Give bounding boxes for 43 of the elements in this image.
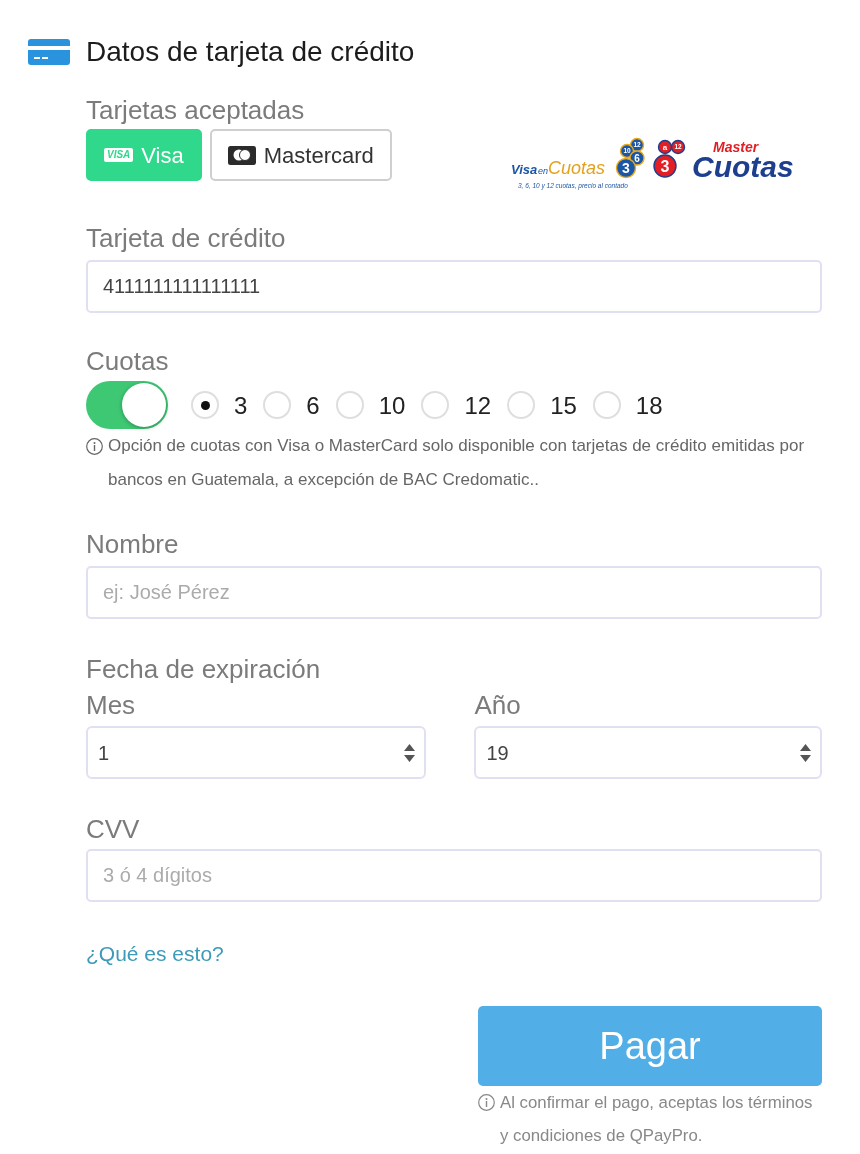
- section-title: Datos de tarjeta de crédito: [86, 36, 415, 67]
- installment-count: 6: [306, 390, 320, 420]
- credit-card-icon: [28, 38, 70, 65]
- logo-text: Master: [713, 139, 759, 155]
- field-label: Nombre: [86, 530, 180, 559]
- radio-button[interactable]: [335, 391, 364, 419]
- radio-button[interactable]: [592, 391, 621, 419]
- installment-count: 12: [464, 390, 492, 420]
- sort-arrows-icon: [404, 742, 416, 763]
- field-label: Año: [474, 691, 522, 720]
- info-icon: [478, 1094, 495, 1111]
- installment-count: 3: [234, 390, 248, 420]
- installment-count: 18: [635, 390, 663, 420]
- logo-text: en: [538, 166, 548, 176]
- sort-arrows-icon: [800, 742, 811, 763]
- dropdown-field[interactable]: 1: [86, 726, 427, 779]
- info-note: Opción de cuotas con Visa o MasterCard solo disponible con tarjetas de crédito emitidas por bancos en Guatemala, a excepción de BAC Credomatic..: [108, 435, 806, 491]
- terms-note: Al confirmar el pago, aceptas los términos y condiciones de QPayPro.: [500, 1092, 814, 1147]
- name-field[interactable]: ej: José Pérez: [86, 566, 822, 619]
- field-label: Fecha de expiración: [86, 655, 322, 684]
- logo-text: Cuotas: [548, 158, 606, 178]
- card-logo-icon: [227, 145, 256, 165]
- cvv-field[interactable]: 3 ó 4 dígitos: [86, 849, 822, 902]
- field-label: Tarjeta de crédito: [86, 224, 287, 253]
- card-logo: VISA: [104, 148, 134, 162]
- radio-button[interactable]: [507, 391, 536, 419]
- installment-count: 10: [378, 390, 406, 420]
- installment-count: 15: [550, 390, 577, 420]
- dropdown-field[interactable]: 19: [474, 726, 822, 779]
- number-badge: a: [657, 139, 673, 155]
- field-label: CVV: [86, 815, 141, 844]
- logo-text: Visa: [511, 162, 538, 177]
- info-icon: [86, 438, 103, 455]
- radio-button[interactable]: [191, 391, 219, 419]
- number-badge: 3: [653, 154, 677, 178]
- field-label: Cuotas: [86, 347, 170, 376]
- card-number-field[interactable]: 4111111111111111: [86, 260, 822, 313]
- radio-button[interactable]: [421, 391, 450, 419]
- installments-toggle[interactable]: [86, 381, 168, 429]
- card-type-button[interactable]: Mastercard: [209, 129, 392, 181]
- field-label: Tarjetas aceptadas: [86, 96, 306, 125]
- radio-button[interactable]: [263, 391, 292, 419]
- field-label: Mes: [86, 691, 137, 720]
